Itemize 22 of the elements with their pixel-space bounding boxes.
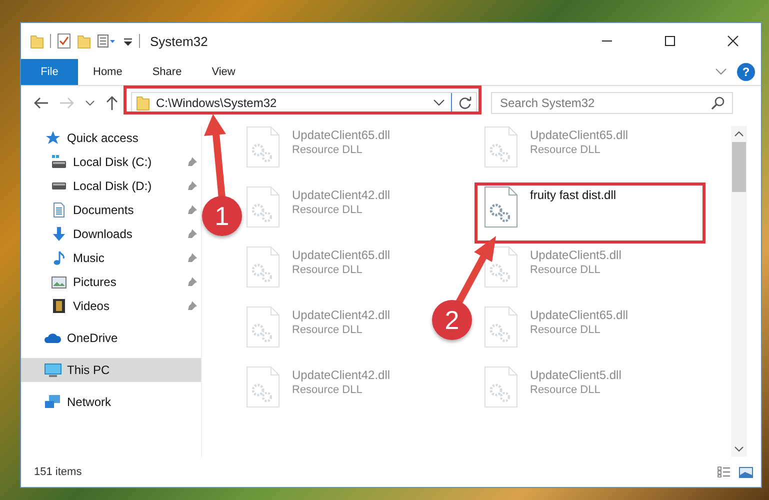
file-menu-tab[interactable]: File: [21, 59, 78, 85]
ribbon-tab[interactable]: View: [196, 59, 250, 85]
nav-item[interactable]: OneDrive: [21, 326, 201, 350]
nav-item[interactable]: Local Disk (D:): [21, 174, 201, 198]
address-path: C:\Windows\System32: [156, 96, 278, 110]
nav-item[interactable]: Documents: [21, 198, 201, 222]
nav-item[interactable]: Quick access: [21, 126, 201, 150]
nav-item[interactable]: Pictures: [21, 270, 201, 294]
nav-item[interactable]: This PC: [21, 358, 201, 382]
file-item[interactable]: fruity fast dist.dll: [484, 186, 616, 246]
nav-item[interactable]: Local Disk (C:): [21, 150, 201, 174]
ribbon-tab[interactable]: Home: [78, 59, 138, 85]
window-title: System32: [150, 34, 208, 48]
nav-item[interactable]: Downloads: [21, 222, 201, 246]
nav-item[interactable]: Music: [21, 246, 201, 270]
address-bar[interactable]: C:\Windows\System32: [131, 92, 477, 114]
nav-item[interactable]: Videos: [21, 294, 201, 318]
help-button[interactable]: ?: [737, 63, 755, 81]
ribbon-tab[interactable]: Share: [137, 59, 197, 85]
item-count: 151 items: [34, 466, 82, 478]
nav-item[interactable]: Network: [21, 390, 201, 414]
search-field[interactable]: Search System32: [491, 92, 733, 114]
